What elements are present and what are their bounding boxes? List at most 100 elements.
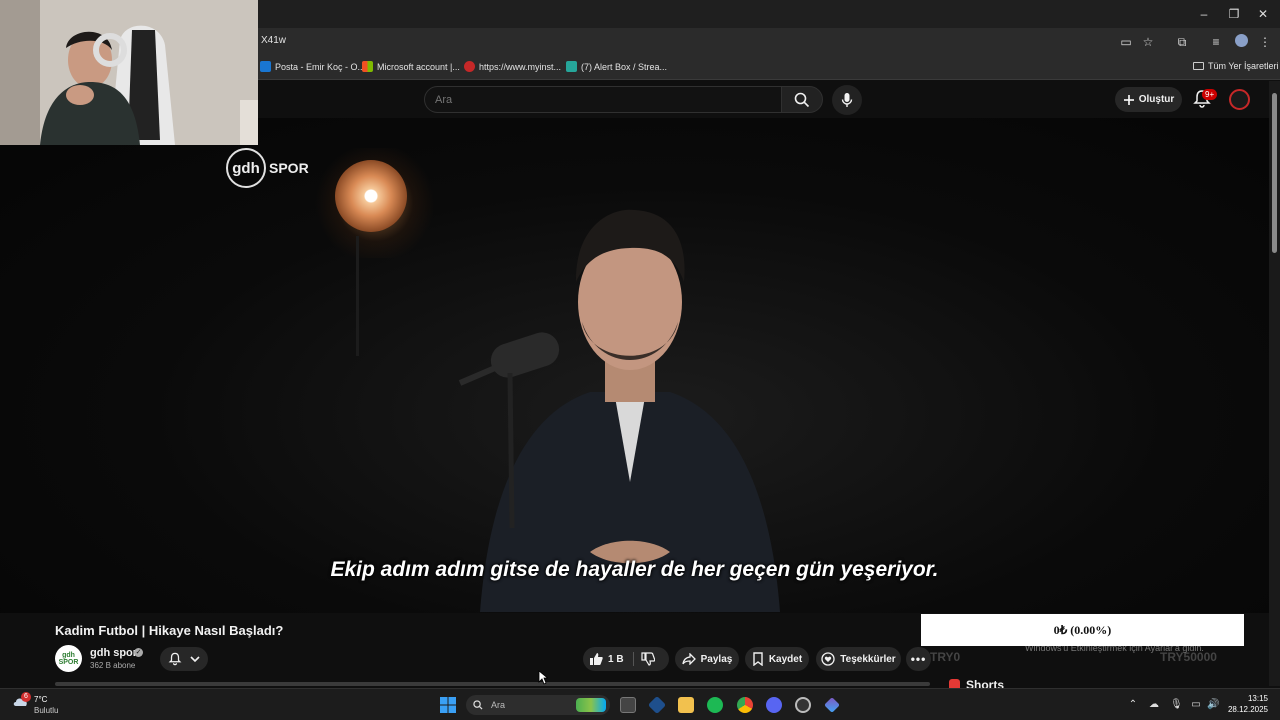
page-scrollbar[interactable]	[1269, 81, 1280, 686]
clock-date[interactable]: 28.12.2025	[1222, 705, 1268, 714]
like-button[interactable]: 1 B	[589, 647, 624, 671]
goal-min-label: TRY0	[930, 650, 961, 664]
search-icon	[473, 700, 483, 710]
volume-icon[interactable]: 🔊	[1207, 699, 1219, 711]
voice-search-button[interactable]	[832, 85, 862, 115]
dislike-button[interactable]	[641, 647, 655, 671]
watermark-suffix: SPOR	[269, 160, 309, 176]
save-button[interactable]: Kaydet	[745, 647, 809, 671]
channel-name[interactable]: gdh spor	[90, 647, 137, 659]
bookmark-favicon-icon	[566, 61, 577, 72]
vpn-app-icon[interactable]	[647, 695, 667, 715]
app-diamond-icon[interactable]	[824, 697, 840, 713]
file-explorer-icon[interactable]	[678, 697, 694, 713]
bell-icon	[168, 652, 182, 666]
like-divider	[633, 652, 634, 666]
search-input[interactable]	[425, 87, 781, 112]
onedrive-icon[interactable]: ☁	[1148, 699, 1160, 711]
subscription-bell-button[interactable]	[160, 647, 208, 671]
thumbs-up-icon	[590, 653, 603, 665]
mic-icon	[841, 93, 853, 107]
thanks-button[interactable]: Teşekkürler	[816, 647, 901, 671]
taskbar-search-placeholder: Ara	[491, 700, 506, 710]
like-count: 1 B	[608, 653, 624, 665]
channel-watermark: gdh SPOR	[226, 148, 309, 188]
account-avatar[interactable]	[1229, 89, 1250, 110]
search-button[interactable]	[781, 86, 823, 113]
video-subtitle: Ekip adım adım gitse de hayaller de her …	[330, 558, 939, 581]
plus-icon	[1123, 94, 1134, 105]
notification-badge: 9+	[1202, 89, 1218, 100]
video-player[interactable]: gdh SPOR Ekip adım adım gitse de hayalle…	[0, 118, 1269, 613]
thanks-heart-icon	[821, 652, 835, 666]
bookmark-item[interactable]: https://www.myinst...	[464, 61, 561, 72]
bookmark-favicon-icon	[260, 61, 271, 72]
weather-temperature: 7°C	[34, 695, 48, 704]
bookmark-label: https://www.myinst...	[479, 61, 562, 72]
webcam-overlay	[0, 0, 258, 145]
tray-overflow-chevron-icon[interactable]: ⌃	[1127, 699, 1139, 711]
bookmark-favicon-icon	[362, 61, 373, 72]
obs-icon[interactable]	[795, 697, 811, 713]
studio-lamp	[335, 160, 407, 232]
save-label: Kaydet	[768, 653, 803, 665]
podcast-microphone	[458, 332, 560, 528]
bookmark-item[interactable]: Posta - Emir Koç - O...	[260, 61, 365, 72]
all-bookmarks[interactable]: Tüm Yer İşaretleri	[1193, 61, 1279, 71]
weather-badge: 6	[21, 692, 31, 702]
create-label: Oluştur	[1138, 94, 1175, 105]
restore-icon[interactable]: ❐	[1224, 5, 1244, 23]
bookmark-item[interactable]: (7) Alert Box / Strea...	[566, 61, 667, 72]
task-view-icon[interactable]	[620, 697, 636, 713]
bookmark-item[interactable]: Microsoft account |...	[362, 61, 460, 72]
folder-icon	[1193, 62, 1204, 70]
profile-icon[interactable]	[1233, 34, 1249, 50]
cast-icon[interactable]: ▭	[1118, 34, 1134, 50]
channel-avatar[interactable]: gdh SPOR	[55, 645, 82, 672]
share-icon	[681, 653, 696, 665]
bookmark-label: Microsoft account |...	[377, 61, 460, 72]
bookmark-favicon-icon	[464, 61, 475, 72]
taskbar-search[interactable]: Ara	[466, 695, 610, 715]
chrome-icon[interactable]	[737, 697, 753, 713]
star-icon[interactable]: ☆	[1140, 34, 1156, 50]
microphone-tray-icon[interactable]: 🎙	[1170, 699, 1183, 711]
scrollbar-thumb[interactable]	[1272, 93, 1277, 253]
minimize-icon[interactable]: –	[1194, 5, 1214, 23]
webcam-feed	[0, 0, 258, 145]
media-icon[interactable]: ≡	[1208, 34, 1224, 50]
like-dislike-group: 1 B	[583, 647, 669, 671]
share-button[interactable]: Paylaş	[675, 647, 739, 671]
windows-start-icon[interactable]	[440, 697, 456, 713]
mouse-cursor-icon	[538, 670, 548, 685]
bookmark-label: (7) Alert Box / Strea...	[581, 61, 668, 72]
thanks-label: Teşekkürler	[840, 653, 896, 665]
menu-icon[interactable]: ⋮	[1257, 34, 1273, 50]
weather-description: Bulutlu	[34, 706, 59, 715]
video-title: Kadim Futbol | Hikaye Nasıl Başladı?	[55, 623, 284, 638]
clock-time[interactable]: 13:15	[1222, 694, 1268, 703]
spotify-icon[interactable]	[707, 697, 723, 713]
network-icon[interactable]: ▭	[1190, 699, 1202, 711]
thumbs-down-icon	[641, 652, 655, 666]
search-highlight-icon	[576, 698, 606, 712]
extensions-icon[interactable]: ⧉	[1174, 34, 1190, 50]
bookmark-label: Posta - Emir Koç - O...	[275, 61, 366, 72]
subscriber-count: 362 B abone	[90, 661, 136, 670]
search-box[interactable]	[424, 86, 782, 113]
bookmark-icon	[753, 652, 763, 666]
close-icon[interactable]: ✕	[1253, 5, 1273, 23]
description-strip	[55, 682, 930, 686]
discord-icon[interactable]	[766, 697, 782, 713]
donation-goal-bar: 0₺ (0.00%)	[921, 614, 1244, 646]
more-actions-button[interactable]: •••	[906, 647, 931, 671]
url-text[interactable]: X41w	[261, 35, 286, 46]
windows-taskbar: 6 7°C Bulutlu Ara ⌃ ☁ 🎙 ▭ 🔊 13:15 28.12.…	[0, 688, 1280, 720]
lamp-stand	[356, 236, 359, 356]
chevron-down-icon	[190, 656, 200, 663]
verified-check-icon: ✓	[134, 648, 143, 657]
all-bookmarks-label: Tüm Yer İşaretleri	[1208, 61, 1279, 71]
create-button[interactable]: Oluştur	[1115, 87, 1182, 112]
more-dots-icon: •••	[910, 652, 927, 666]
share-label: Paylaş	[700, 653, 733, 665]
